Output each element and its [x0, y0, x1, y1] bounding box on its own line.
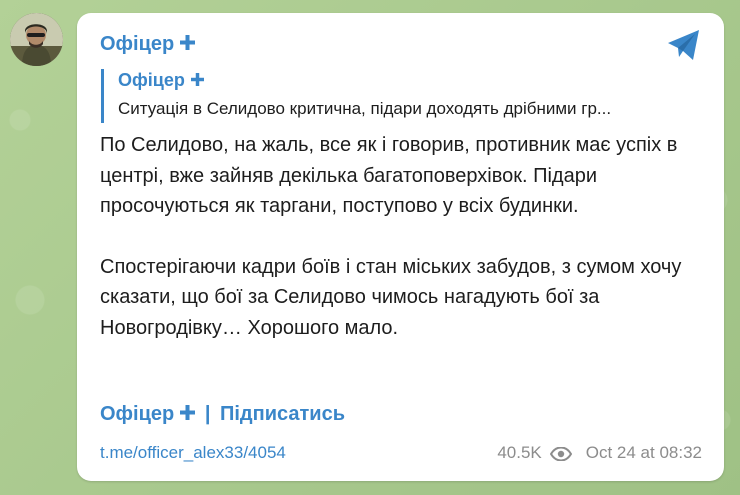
plus-icon	[190, 70, 204, 91]
channel-avatar[interactable]	[10, 13, 63, 66]
views-count: 40.5K	[497, 443, 542, 462]
footer-separator: |	[204, 403, 211, 425]
footer-channel-link[interactable]: Офіцер	[100, 403, 196, 426]
footer-links: Офіцер | Підписатись	[100, 403, 345, 426]
message-text: По Селидово, на жаль, все як і говорив, …	[100, 130, 710, 343]
message-paragraph: Спостерігаючи кадри боїв і стан міських …	[100, 255, 682, 339]
plus-icon	[180, 403, 196, 426]
subscribe-link[interactable]: Підписатись	[220, 403, 345, 425]
message-meta: 40.5K Oct 24 at 08:32	[497, 443, 702, 463]
eye-icon	[549, 446, 572, 462]
footer-channel-label: Офіцер	[100, 403, 175, 425]
post-url-link[interactable]: t.me/officer_alex33/4054	[100, 443, 286, 463]
channel-name[interactable]: Офіцер	[100, 33, 196, 56]
message-paragraph: По Селидово, на жаль, все як і говорив, …	[100, 134, 678, 217]
message-bubble: Офіцер Офіцер Ситуація в Селидово критич…	[77, 13, 724, 481]
reply-title: Офіцер	[118, 70, 705, 91]
reply-quote[interactable]: Офіцер Ситуація в Селидово критична, під…	[101, 69, 705, 123]
message-date: Oct 24 at 08:32	[585, 443, 702, 462]
telegram-share-icon[interactable]	[666, 27, 702, 63]
channel-name-label: Офіцер	[100, 33, 175, 55]
reply-text: Ситуація в Селидово критична, підари дох…	[118, 99, 612, 118]
reply-title-label: Офіцер	[118, 70, 185, 90]
plus-icon	[180, 33, 196, 56]
soldier-avatar-icon	[10, 13, 63, 66]
